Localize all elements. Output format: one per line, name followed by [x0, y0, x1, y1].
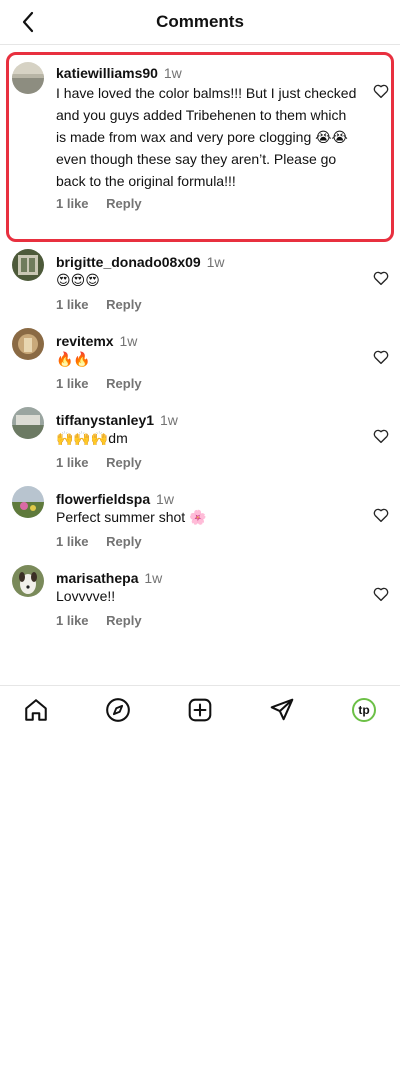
profile-avatar: tp	[352, 698, 376, 722]
comment-text: Perfect summer shot 🌸	[56, 509, 207, 525]
comment-time: 1w	[156, 491, 174, 507]
heart-icon	[373, 271, 389, 286]
comment-username[interactable]: katiewilliams90	[56, 65, 158, 81]
bottom-nav: tp	[0, 685, 400, 732]
like-count[interactable]: 1 like	[56, 376, 89, 391]
comment-username[interactable]: tiffanystanley1	[56, 412, 154, 428]
like-count[interactable]: 1 like	[56, 455, 89, 470]
page-title: Comments	[156, 12, 244, 31]
comment-time: 1w	[144, 570, 163, 586]
nav-explore[interactable]	[104, 696, 132, 724]
nav-home[interactable]	[22, 696, 50, 724]
avatar[interactable]	[12, 249, 44, 281]
comment-text: I have loved the color balms!!! But I ju…	[56, 85, 357, 189]
compass-icon	[106, 698, 130, 722]
heart-icon	[373, 350, 389, 365]
like-count[interactable]: 1 like	[56, 297, 89, 312]
comment-text: 🔥🔥	[56, 351, 91, 367]
plus-square-icon	[188, 698, 212, 722]
like-button[interactable]	[372, 269, 390, 287]
avatar[interactable]	[12, 328, 44, 360]
comment-time: 1w	[206, 254, 225, 270]
like-button[interactable]	[372, 82, 390, 100]
comment-username[interactable]: revitemx	[56, 333, 114, 349]
comment-time: 1w	[119, 333, 138, 349]
nav-create[interactable]	[186, 696, 214, 724]
header-bar: Comments	[0, 0, 400, 45]
reply-button[interactable]: Reply	[106, 297, 141, 312]
avatar[interactable]	[12, 565, 44, 597]
like-count[interactable]: 1 like	[56, 196, 89, 211]
profile-initials: tp	[358, 703, 370, 717]
comment-username[interactable]: flowerfieldspa	[56, 491, 150, 507]
home-icon	[25, 699, 47, 721]
avatar[interactable]	[12, 486, 44, 518]
comment-text: Lovvvve!!	[56, 588, 116, 604]
send-icon	[270, 698, 294, 721]
reply-button[interactable]: Reply	[106, 534, 141, 549]
like-count[interactable]: 1 like	[56, 613, 89, 628]
heart-icon	[373, 587, 389, 602]
like-button[interactable]	[372, 585, 390, 603]
reply-button[interactable]: Reply	[106, 196, 141, 211]
comment-username[interactable]: brigitte_donado08x09	[56, 254, 201, 270]
comment-username[interactable]: marisathepa	[56, 570, 138, 586]
reply-button[interactable]: Reply	[106, 455, 141, 470]
like-button[interactable]	[372, 506, 390, 524]
heart-icon	[373, 429, 389, 444]
nav-messages[interactable]	[268, 696, 296, 724]
comment-time: 1w	[163, 65, 182, 81]
reply-button[interactable]: Reply	[106, 376, 141, 391]
like-count[interactable]: 1 like	[56, 534, 89, 549]
avatar[interactable]	[12, 407, 44, 439]
reply-button[interactable]: Reply	[106, 613, 141, 628]
avatar[interactable]	[12, 62, 44, 94]
heart-icon	[373, 508, 389, 523]
comment-text: 😍😍😍	[56, 272, 100, 288]
nav-profile[interactable]: tp	[350, 696, 378, 724]
heart-icon	[373, 84, 389, 99]
comment-text: 🙌🙌🙌dm	[56, 430, 128, 446]
like-button[interactable]	[372, 427, 390, 445]
like-button[interactable]	[372, 348, 390, 366]
comment-time: 1w	[159, 412, 178, 428]
